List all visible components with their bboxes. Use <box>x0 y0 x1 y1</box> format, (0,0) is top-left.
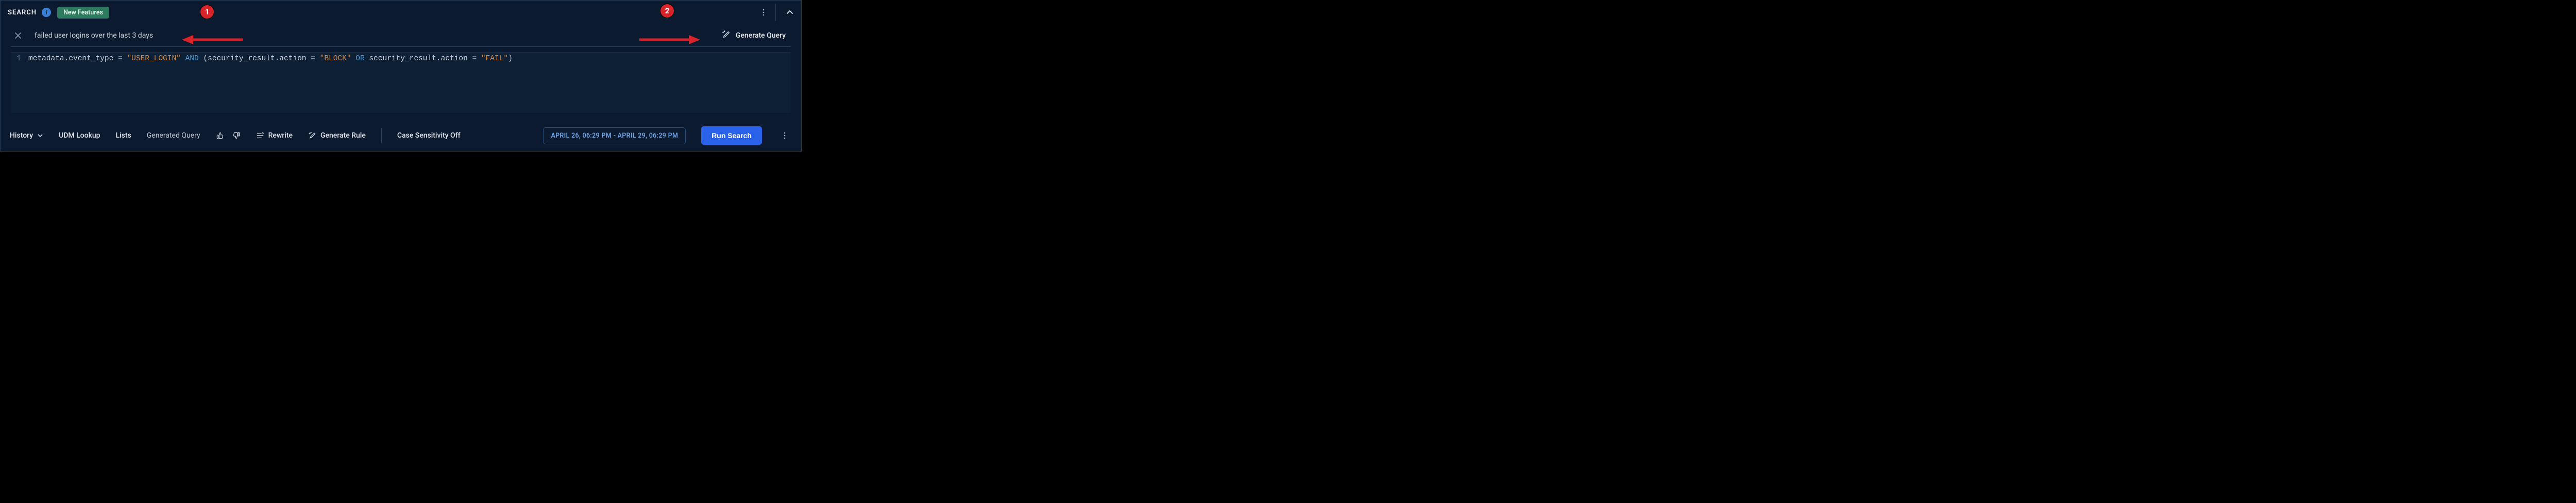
rewrite-button[interactable]: Rewrite <box>256 131 293 140</box>
generate-rule-button[interactable]: Generate Rule <box>308 131 366 140</box>
chevron-down-icon <box>37 132 43 139</box>
clear-nl-query-button[interactable] <box>11 28 25 43</box>
info-icon[interactable]: i <box>42 8 51 17</box>
query-editor[interactable]: 1 metadata.event_type = "USER_LOGIN" AND… <box>11 52 791 113</box>
annotation-arrow-1 <box>182 33 244 46</box>
editor-gutter: 1 <box>11 53 25 113</box>
annotation-badge-2: 2 <box>660 4 674 18</box>
case-sensitivity-toggle[interactable]: Case Sensitivity Off <box>397 131 461 140</box>
history-label: History <box>10 131 33 140</box>
date-range-picker[interactable]: APRIL 26, 06:29 PM - APRIL 29, 06:29 PM <box>543 127 686 144</box>
collapse-panel-button[interactable] <box>775 4 797 21</box>
panel-title: SEARCH <box>8 9 37 16</box>
generate-rule-label: Generate Rule <box>320 131 366 140</box>
footer-toolbar: History UDM Lookup Lists Generated Query… <box>1 120 801 151</box>
annotation-badge-1: 1 <box>200 5 214 19</box>
rewrite-label: Rewrite <box>268 131 293 140</box>
divider <box>381 128 382 143</box>
thumbs-up-button[interactable] <box>216 131 224 140</box>
header-more-menu[interactable] <box>755 4 772 21</box>
generated-query-label: Generated Query <box>147 131 200 140</box>
footer-more-menu[interactable] <box>777 128 792 143</box>
new-features-button[interactable]: New Features <box>57 7 109 19</box>
udm-lookup-button[interactable]: UDM Lookup <box>59 131 100 140</box>
panel-header: SEARCH i New Features <box>1 1 801 24</box>
nl-query-input[interactable]: failed user logins over the last 3 days <box>35 31 716 40</box>
thumbs-down-icon <box>232 131 241 140</box>
run-search-button[interactable]: Run Search <box>701 126 762 145</box>
editor-code[interactable]: metadata.event_type = "USER_LOGIN" AND (… <box>25 53 517 113</box>
thumbs-up-icon <box>216 131 224 140</box>
generate-query-button[interactable]: Generate Query <box>716 27 791 44</box>
magic-pencil-icon <box>721 30 731 41</box>
line-number: 1 <box>11 55 21 63</box>
annotation-arrow-2 <box>638 33 700 46</box>
generate-query-label: Generate Query <box>736 31 786 40</box>
search-panel: SEARCH i New Features failed user logins… <box>0 0 802 152</box>
history-dropdown[interactable]: History <box>10 131 43 140</box>
rewrite-icon <box>256 131 264 140</box>
thumbs-down-button[interactable] <box>232 131 241 140</box>
lists-button[interactable]: Lists <box>116 131 131 140</box>
magic-wand-icon <box>308 131 316 140</box>
